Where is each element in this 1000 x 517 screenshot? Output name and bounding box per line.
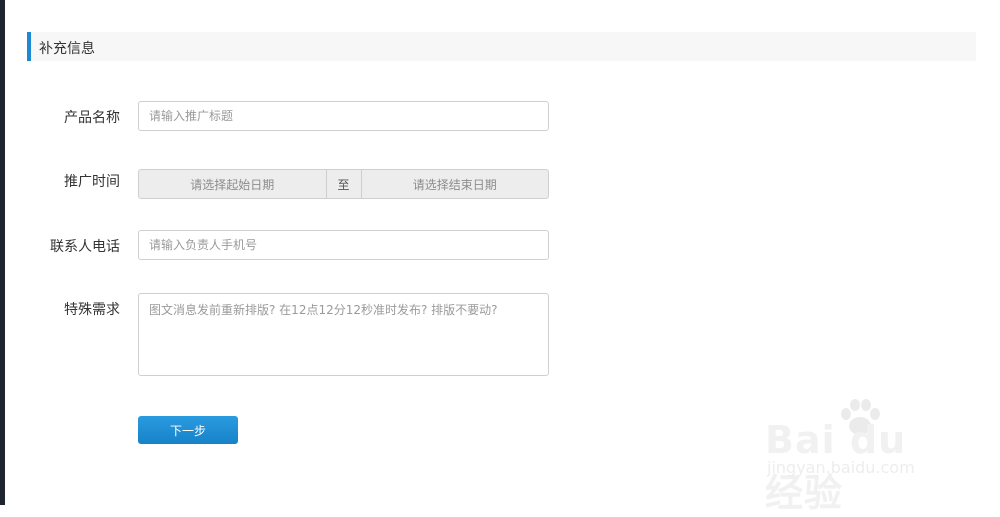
end-date-field[interactable]: 请选择结束日期 — [362, 170, 549, 198]
promo-time-label: 推广时间 — [64, 174, 120, 190]
section-header: 补充信息 — [27, 32, 976, 61]
product-name-input[interactable] — [138, 101, 549, 131]
date-separator: 至 — [325, 170, 362, 198]
section-title: 补充信息 — [39, 41, 95, 57]
product-name-label: 产品名称 — [64, 110, 120, 126]
watermark-url: jingyan.baidu.com — [767, 458, 915, 477]
start-date-field[interactable]: 请选择起始日期 — [139, 170, 326, 198]
contact-phone-label: 联系人电话 — [50, 239, 120, 255]
baidu-jingyan-watermark: Bai du 经验 jingyan.baidu.com — [765, 398, 955, 515]
special-request-textarea[interactable] — [138, 293, 549, 376]
contact-phone-input[interactable] — [138, 230, 549, 260]
next-step-button[interactable]: 下一步 — [138, 416, 238, 444]
special-request-label: 特殊需求 — [64, 302, 120, 318]
date-range-picker: 请选择起始日期 至 请选择结束日期 — [138, 169, 549, 199]
left-rail — [0, 0, 5, 505]
